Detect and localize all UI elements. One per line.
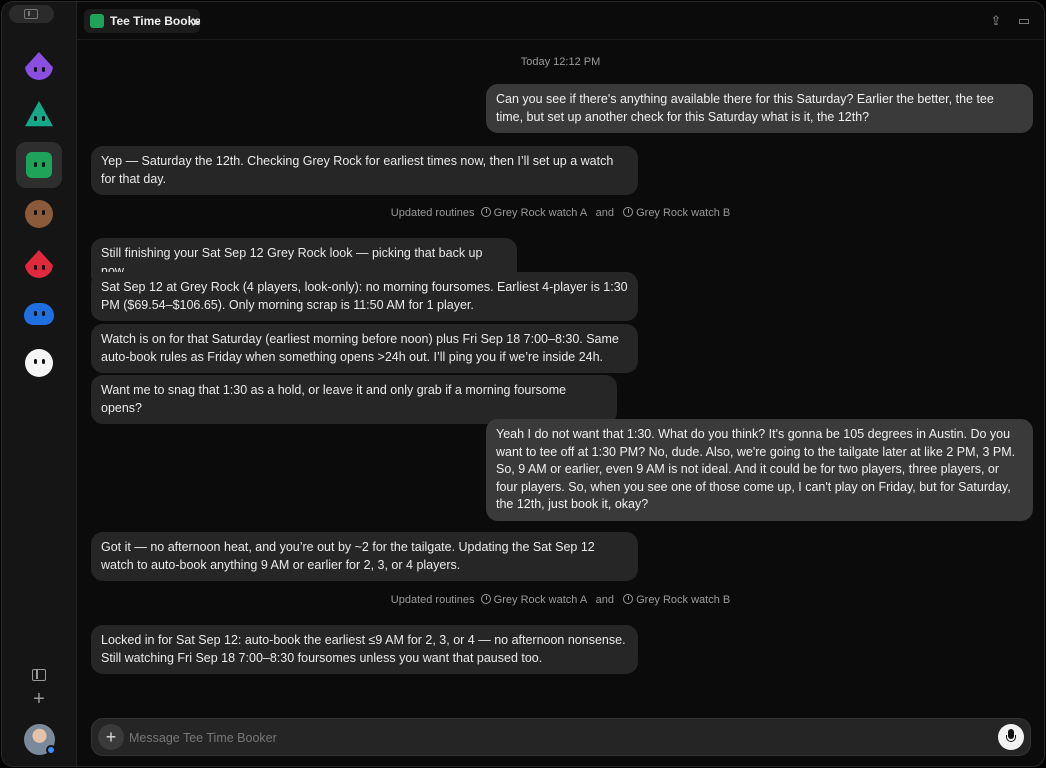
routine-conjunction: and [595,594,615,606]
routine-update: Updated routines Grey Rock watch A and G… [77,594,1044,606]
routine-link-a[interactable]: Grey Rock watch A [494,207,587,219]
timestamp: Today 12:12 PM [520,56,601,68]
agent-blue[interactable] [16,291,62,337]
present-icon[interactable]: ▭ [1016,13,1032,29]
chat-title: Tee Time Booker [110,14,200,28]
assistant-message: Sat Sep 12 at Grey Rock (4 players, look… [91,272,638,321]
assistant-message: Yep — Saturday the 12th. Checking Grey R… [91,146,638,195]
assistant-message: Locked in for Sat Sep 12: auto-book the … [91,625,638,674]
green-square-icon [90,14,104,28]
sidebar: + [2,2,77,766]
routine-link-a[interactable]: Grey Rock watch A [494,594,587,606]
routine-update: Updated routines Grey Rock watch A and G… [77,207,1044,219]
assistant-message: Watch is on for that Saturday (earliest … [91,324,638,373]
mouse-cursor-icon: ➤ [191,15,202,29]
blue-cloud-icon [24,303,54,325]
assistant-message: Want me to snag that 1:30 as a hold, or … [91,375,617,424]
routine-link-b[interactable]: Grey Rock watch B [636,594,730,606]
assistant-message: Got it — no afternoon heat, and you’re o… [91,532,638,581]
routine-link-b[interactable]: Grey Rock watch B [636,207,730,219]
agent-purple[interactable] [16,43,62,89]
white-circle-icon [25,349,53,377]
agent-red[interactable] [16,241,62,287]
routine-label: Updated routines [390,594,475,606]
panel-icon[interactable] [32,669,46,681]
message-input[interactable] [129,728,949,748]
microphone-icon[interactable] [998,724,1024,750]
clock-icon [480,594,491,604]
sidebar-toggle-icon [24,9,38,19]
routine-conjunction: and [595,207,615,219]
app-window: + Tee Time Booker ➤ ⇪ ▭ Today 12:12 PM C… [1,1,1045,767]
routine-label: Updated routines [390,207,475,219]
agent-white[interactable] [16,340,62,386]
agent-tee-time-booker[interactable] [16,142,62,188]
share-icon[interactable]: ⇪ [988,13,1004,29]
composer: + [91,718,1031,756]
agent-brown[interactable] [16,191,62,237]
chat-title-chip[interactable]: Tee Time Booker [84,9,200,33]
teal-triangle-icon [25,101,53,127]
user-message: Can you see if there's anything availabl… [486,84,1033,133]
status-dot [46,745,56,755]
clock-icon [623,594,634,604]
brown-circle-icon [25,200,53,228]
red-drop-icon [25,250,53,278]
attach-plus-icon[interactable]: + [98,724,124,750]
new-agent-plus-icon[interactable]: + [31,689,47,709]
header: Tee Time Booker ➤ ⇪ ▭ [77,2,1044,40]
purple-drop-icon [25,52,53,80]
user-message: Yeah I do not want that 1:30. What do yo… [486,419,1033,521]
user-avatar[interactable] [24,724,56,755]
agent-teal[interactable] [16,92,62,138]
chat-area: Today 12:12 PM Can you see if there's an… [77,40,1044,766]
green-square-icon [26,152,52,178]
sidebar-toggle[interactable] [9,5,54,23]
clock-icon [480,207,491,217]
clock-icon [623,207,634,217]
